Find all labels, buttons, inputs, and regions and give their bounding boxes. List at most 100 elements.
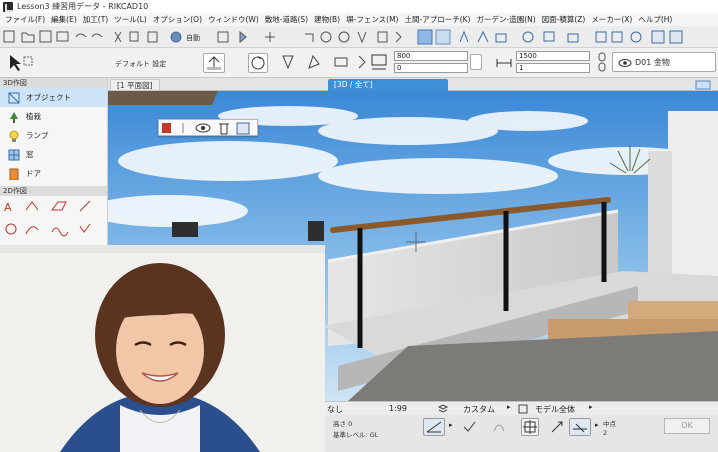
arrow-tool-icon[interactable]: [239, 30, 247, 44]
menu-help[interactable]: ヘルプ(H): [635, 14, 675, 25]
copy-icon[interactable]: [129, 31, 139, 42]
width-top-field[interactable]: 1500: [516, 51, 590, 61]
check-snap-icon[interactable]: [461, 419, 477, 435]
menu-options[interactable]: オプション(O): [150, 14, 205, 25]
layer-combination-icon[interactable]: [437, 403, 449, 415]
pan-icon[interactable]: [395, 31, 402, 43]
circle-tool-icon[interactable]: [5, 223, 17, 235]
undo-icon[interactable]: [75, 33, 87, 38]
new-file-icon[interactable]: [3, 30, 15, 43]
arc-snap-icon[interactable]: [491, 419, 507, 435]
layer-selector[interactable]: D01 金物: [612, 52, 716, 72]
tab-floor-plan[interactable]: [1 平面図]: [110, 79, 160, 91]
rotate-view-icon[interactable]: [338, 31, 350, 43]
section-icon[interactable]: [495, 33, 507, 43]
menu-file[interactable]: ファイル(F): [2, 14, 48, 25]
line-tool-icon[interactable]: [79, 200, 91, 212]
palette-item-plant[interactable]: 植栽: [0, 107, 107, 126]
orbit-icon[interactable]: [320, 31, 332, 43]
auto-select-icon[interactable]: [170, 31, 182, 43]
dimension-icon[interactable]: [305, 33, 314, 42]
menu-maker[interactable]: メーカー(X): [588, 14, 635, 25]
camera-icon[interactable]: [543, 31, 555, 42]
height-bottom-field[interactable]: 0: [394, 63, 468, 73]
menu-window[interactable]: ウィンドウ(W): [205, 14, 262, 25]
scale-value[interactable]: 1:99: [389, 404, 407, 413]
redo-icon[interactable]: [91, 33, 103, 38]
rotate-button[interactable]: [248, 53, 268, 73]
section-3d-header[interactable]: 3D作図: [0, 78, 107, 88]
model-view-icon[interactable]: [517, 403, 529, 415]
dropdown-arrow-icon[interactable]: ▸: [595, 421, 599, 429]
grid-snap-button[interactable]: [521, 418, 539, 436]
width-bottom-field[interactable]: 1: [516, 63, 590, 73]
arc-tool-icon[interactable]: [25, 226, 39, 235]
print-icon[interactable]: [56, 31, 69, 42]
parallel-snap-button[interactable]: [569, 418, 591, 436]
properties-icon[interactable]: [236, 122, 250, 135]
menu-drawing-estimate[interactable]: 図面-積算(Z): [539, 14, 589, 25]
section-2d-header[interactable]: 2D作図: [0, 186, 107, 196]
transform-tools-icon[interactable]: [275, 50, 375, 76]
floating-mini-toolbar[interactable]: [158, 119, 258, 136]
menu-tools[interactable]: ツール(L): [111, 14, 150, 25]
close-mini-icon[interactable]: [162, 123, 171, 133]
dropdown-arrow-icon[interactable]: ▸: [449, 421, 453, 429]
render-icon[interactable]: [567, 33, 579, 43]
trash-icon[interactable]: [219, 123, 229, 135]
menu-site-road[interactable]: 敷地-道路(S): [262, 14, 311, 25]
custom-label[interactable]: カスタム: [463, 404, 495, 415]
save-icon[interactable]: [39, 30, 52, 43]
zoom-window-icon[interactable]: [377, 31, 388, 43]
3d-box-icon[interactable]: [417, 29, 433, 45]
window-layout-icon[interactable]: [651, 30, 665, 44]
palette-item-label: オブジェクト: [26, 93, 71, 102]
menu-garden[interactable]: ガーデン-造園(N): [473, 14, 538, 25]
dropdown-arrow-icon[interactable]: ▸: [507, 403, 511, 411]
tool-snap-icon[interactable]: [549, 419, 565, 435]
spline-tool-icon[interactable]: [51, 227, 69, 237]
settings-icon[interactable]: [630, 31, 642, 43]
arrow-select-icon[interactable]: [4, 51, 34, 75]
snap-guide-button[interactable]: [423, 418, 445, 436]
default-setting-label[interactable]: デフォルト 設定: [115, 59, 166, 69]
layer-icon[interactable]: [217, 31, 229, 43]
walk-icon[interactable]: [357, 31, 367, 44]
fullscreen-icon[interactable]: [669, 30, 683, 44]
tab-3d-view[interactable]: [3D / 全て]: [328, 79, 448, 91]
palette-item-object[interactable]: オブジェクト: [0, 88, 107, 107]
polyline-tool-icon[interactable]: [79, 223, 91, 233]
open-folder-icon[interactable]: [21, 32, 35, 43]
reference-level-label[interactable]: 基準レベル: GL: [333, 429, 378, 439]
perspective-icon[interactable]: [459, 30, 469, 43]
palette-item-window[interactable]: 窓: [0, 145, 107, 164]
menu-floor-approach[interactable]: 土間-アプローチ(K): [402, 14, 474, 25]
fill-tool-icon[interactable]: [51, 201, 67, 211]
ok-button[interactable]: OK: [664, 418, 710, 434]
cut-icon[interactable]: [114, 31, 122, 43]
menu-edit[interactable]: 編集(E): [48, 14, 80, 25]
model-label[interactable]: モデル全体: [535, 404, 575, 415]
palette-item-lamp[interactable]: ランプ: [0, 126, 107, 145]
ruler-icon[interactable]: [611, 31, 623, 43]
placement-button[interactable]: [203, 53, 225, 73]
menu-process[interactable]: 加工(T): [80, 14, 111, 25]
sun-icon[interactable]: [522, 31, 534, 43]
height-stepper[interactable]: [470, 54, 482, 70]
chain-link-icon[interactable]: [596, 51, 608, 75]
grid-icon[interactable]: [595, 31, 607, 43]
toolbar-mode-label[interactable]: 自動: [186, 33, 200, 42]
text-tool-icon[interactable]: A: [4, 201, 12, 214]
shaded-box-icon[interactable]: [435, 29, 451, 45]
palette-item-door[interactable]: ドア: [0, 164, 107, 183]
axonometric-icon[interactable]: [477, 30, 489, 43]
snap-mode-label[interactable]: 中点: [603, 418, 616, 428]
crosshair-icon[interactable]: [265, 32, 275, 42]
paste-icon[interactable]: [147, 31, 158, 43]
label-tool-icon[interactable]: [25, 201, 39, 211]
height-top-field[interactable]: 800: [394, 51, 468, 61]
dropdown-arrow-icon[interactable]: ▸: [589, 403, 593, 411]
view-options-icon[interactable]: [694, 79, 714, 91]
menu-wall-fence[interactable]: 塀-フェンス(M): [343, 14, 401, 25]
menu-building[interactable]: 建物(B): [311, 14, 343, 25]
